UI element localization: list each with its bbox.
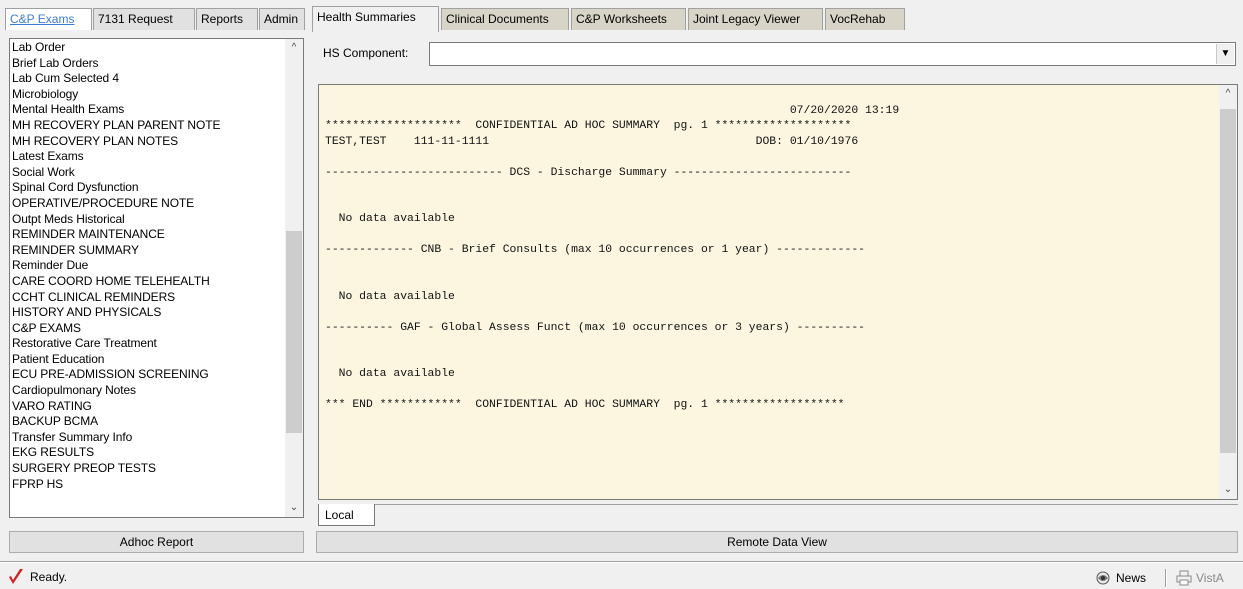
report-line [325,150,899,166]
scroll-up-icon[interactable]: ^ [1219,85,1237,103]
tab-cp-exams[interactable]: C&P Exams [5,8,92,30]
list-item[interactable]: Outpt Meds Historical [12,212,286,228]
remote-data-view-button[interactable]: Remote Data View [316,531,1238,553]
list-item[interactable]: Brief Lab Orders [12,56,286,72]
report-line [325,274,899,290]
report-line [325,197,899,213]
report-line: 07/20/2020 13:19 [325,104,900,117]
report-line [325,336,899,352]
report-line: ---------- GAF - Global Assess Funct (ma… [325,321,866,334]
report-line: No data available [325,368,455,380]
report-line [325,88,899,104]
list-item[interactable]: VARO RATING [12,399,286,415]
report-line: *** END ************ CONFIDENTIAL AD HOC… [325,399,845,411]
report-line: No data available [325,213,455,225]
health-summary-type-list[interactable]: Lab Order Brief Lab Orders Lab Cum Selecte… [9,38,304,518]
scroll-down-icon[interactable]: ⌄ [285,499,303,517]
list-item[interactable]: FPRP HS [12,477,286,493]
list-item[interactable]: Latest Exams [12,149,286,165]
tab-vocrehab[interactable]: VocRehab [825,8,905,30]
news-icon [1096,571,1110,585]
list-item[interactable]: EKG RESULTS [12,445,286,461]
scroll-up-icon[interactable]: ^ [285,39,303,57]
list-item[interactable]: MH RECOVERY PLAN PARENT NOTE [12,118,286,134]
list-item[interactable]: SURGERY PREOP TESTS [12,461,286,477]
news-label: News [1116,571,1147,585]
list-item[interactable]: Transfer Summary Info [12,430,286,446]
list-item[interactable]: CCHT CLINICAL REMINDERS [12,290,286,306]
tab-admin[interactable]: Admin [259,8,305,30]
vista-label: VistA [1196,571,1224,585]
status-bar: Ready. News VistA [0,566,1243,589]
adhoc-report-button[interactable]: Adhoc Report [9,531,304,553]
tab-bar: C&P Exams 7131 Request Reports Admin Hea… [0,0,1243,34]
list-item[interactable]: Cardiopulmonary Notes [12,383,286,399]
list-item[interactable]: Patient Education [12,352,286,368]
list-item[interactable]: BACKUP BCMA [12,414,286,430]
tab-cp-worksheets[interactable]: C&P Worksheets [571,8,686,30]
list-item[interactable]: HISTORY AND PHYSICALS [12,305,286,321]
list-item[interactable]: Lab Order [12,40,286,56]
report-line: ------------- CNB - Brief Consults (max … [325,244,866,256]
report-line [325,383,899,399]
list-item[interactable]: OPERATIVE/PROCEDURE NOTE [12,196,286,212]
status-divider [0,561,1243,563]
checkmark-icon [9,569,23,584]
dropdown-arrow-icon[interactable]: ▼ [1216,44,1234,64]
list-item[interactable]: REMINDER SUMMARY [12,243,286,259]
tab-reports[interactable]: Reports [196,8,258,30]
tab-7131-request[interactable]: 7131 Request [93,8,195,30]
scrollbar-thumb[interactable] [286,231,302,433]
tab-local[interactable]: Local [318,504,375,526]
list-item[interactable]: Social Work [12,165,286,181]
summary-list: Lab Order Brief Lab Orders Lab Cum Selecte… [10,39,286,492]
printer-icon [1176,570,1192,586]
tab-clinical-documents[interactable]: Clinical Documents [441,8,569,30]
list-item[interactable]: C&P EXAMS [12,321,286,337]
vista-button[interactable]: VistA [1172,567,1238,589]
list-item[interactable]: Lab Cum Selected 4 [12,71,286,87]
list-item[interactable]: Spinal Cord Dysfunction [12,180,286,196]
list-item[interactable]: REMINDER MAINTENANCE [12,227,286,243]
report-line [325,259,899,275]
scrollbar-thumb[interactable] [1220,109,1236,453]
tab-joint-legacy-viewer[interactable]: Joint Legacy Viewer [688,8,823,30]
report-line [325,181,899,197]
list-item[interactable]: Mental Health Exams [12,102,286,118]
list-scrollbar[interactable]: ^ ⌄ [285,39,303,517]
news-button[interactable]: News [1090,567,1162,589]
report-line: No data available [325,290,455,303]
tab-health-summaries[interactable]: Health Summaries [312,6,439,32]
report-line: ******************** CONFIDENTIAL AD HOC… [325,120,852,132]
report-line [325,352,899,368]
list-item[interactable]: Restorative Care Treatment [12,336,286,352]
list-item[interactable]: MH RECOVERY PLAN NOTES [12,134,286,150]
report-line [325,228,899,244]
scroll-down-icon[interactable]: ⌄ [1219,481,1237,499]
report-content: 07/20/2020 13:19 ******************** CON… [325,88,899,414]
status-text: Ready. [30,570,68,584]
tab-strip-divider [375,504,1238,505]
hs-component-select[interactable]: ▼ [429,42,1236,66]
list-item[interactable]: CARE COORD HOME TELEHEALTH [12,274,286,290]
list-item[interactable]: ECU PRE-ADMISSION SCREENING [12,367,286,383]
report-line [325,305,899,321]
report-text-area[interactable]: 07/20/2020 13:19 ******************** CON… [318,84,1238,500]
status-separator [1165,569,1167,587]
report-line: TEST,TEST 111-11-1111 DOB: 01/10/1976 [325,135,859,148]
report-scrollbar[interactable]: ^ ⌄ [1219,85,1237,499]
list-item[interactable]: Reminder Due [12,258,286,274]
report-line: -------------------------- DCS - Dischar… [325,166,852,179]
list-item[interactable]: Microbiology [12,87,286,103]
hs-component-label: HS Component: [323,46,409,60]
